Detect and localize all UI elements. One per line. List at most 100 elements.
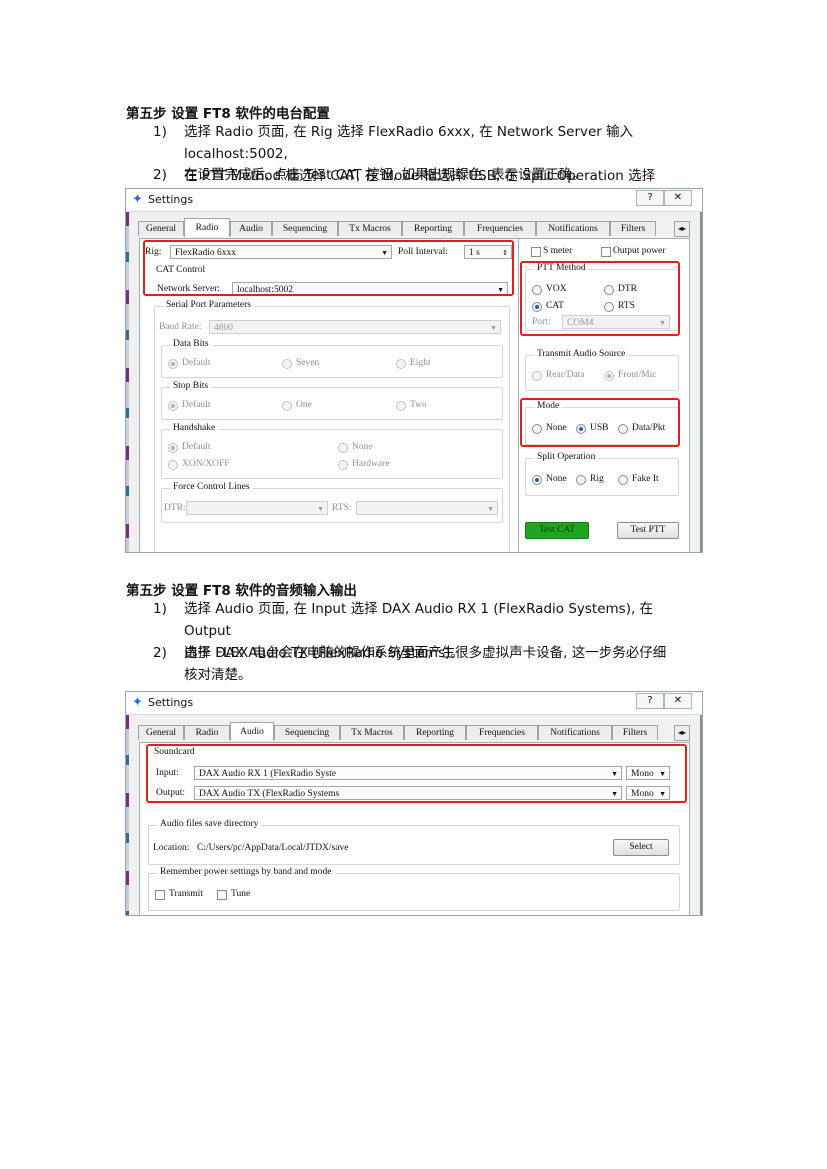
handshake-none-radio[interactable] xyxy=(338,443,348,453)
stop-bits-group: Stop Bits Default One Two xyxy=(161,381,503,420)
handshake-hardware-radio[interactable] xyxy=(338,460,348,470)
dtr-label: DTR: xyxy=(164,503,186,513)
data-bits-eight-radio[interactable] xyxy=(396,359,406,369)
tab-filters[interactable]: Filters xyxy=(612,725,658,740)
window-title: Settings xyxy=(148,696,194,709)
window-titlebar: ✦ Settings ? ✕ xyxy=(126,692,702,715)
force-control-title: Force Control Lines xyxy=(170,482,253,492)
split-fake-it-radio[interactable] xyxy=(618,475,628,485)
tab-radio[interactable]: Radio xyxy=(184,218,230,237)
radio-label: Hardware xyxy=(352,459,390,469)
transmit-checkbox[interactable] xyxy=(155,890,165,900)
tab-filters[interactable]: Filters xyxy=(610,221,656,236)
tab-radio[interactable]: Radio xyxy=(184,725,230,740)
baud-rate-value: 4800 xyxy=(214,323,233,333)
handshake-title: Handshake xyxy=(170,423,219,433)
split-rig-radio[interactable] xyxy=(576,475,586,485)
data-bits-title: Data Bits xyxy=(170,339,212,349)
radio-label: Default xyxy=(182,358,211,368)
stop-bits-two-radio[interactable] xyxy=(396,401,406,411)
baud-rate-label: Baud Rate: xyxy=(159,322,202,332)
force-control-group: Force Control Lines DTR: ▼ RTS: ▼ xyxy=(161,482,503,523)
close-button[interactable]: ✕ xyxy=(664,190,692,206)
help-button[interactable]: ? xyxy=(636,693,664,709)
tab-frequencies[interactable]: Frequencies xyxy=(466,725,538,740)
tab-bar: General Radio Audio Sequencing Tx Macros… xyxy=(138,218,698,237)
radio-label: Default xyxy=(182,400,211,410)
radio-label: None xyxy=(546,474,567,484)
radio-label: Eight xyxy=(410,358,431,368)
radio-label: Seven xyxy=(296,358,320,368)
step-line: 选择 Audio 页面, 在 Input 选择 DAX Audio RX 1 (… xyxy=(184,601,654,639)
step-text: 在设置完成后, 点击 Test CAT 按钮, 如果出现绿色, 表示设置正确。 xyxy=(184,164,704,186)
tune-label: Tune xyxy=(231,889,251,899)
step-line: 核对清楚。 xyxy=(184,667,252,683)
test-ptt-button[interactable]: Test PTT xyxy=(617,522,679,539)
handshake-default-radio[interactable] xyxy=(168,443,178,453)
tab-bar: General Radio Audio Sequencing Tx Macros… xyxy=(138,722,698,741)
data-bits-default-radio[interactable] xyxy=(168,359,178,369)
location-label: Location: xyxy=(153,843,190,853)
stop-bits-default-radio[interactable] xyxy=(168,401,178,411)
stop-bits-one-radio[interactable] xyxy=(282,401,292,411)
window-title: Settings xyxy=(148,193,194,206)
tab-audio[interactable]: Audio xyxy=(230,722,274,741)
tab-tx-macros[interactable]: Tx Macros xyxy=(340,725,404,740)
rear-data-radio[interactable] xyxy=(532,371,542,381)
rts-select[interactable]: ▼ xyxy=(356,501,498,515)
step-line: 在设置完成后, 点击 Test CAT 按钮, 如果出现绿色, 表示设置正确。 xyxy=(184,167,586,183)
tab-notifications[interactable]: Notifications xyxy=(538,725,612,740)
radio-label: Rig xyxy=(590,474,604,484)
help-button[interactable]: ? xyxy=(636,190,664,206)
radio-label: One xyxy=(296,400,312,410)
tab-general[interactable]: General xyxy=(138,221,184,236)
location-value: C:/Users/pc/AppData/Local/JTDX/save xyxy=(197,843,349,853)
handshake-group: Handshake Default None XON/XOFF Hardware xyxy=(161,423,503,479)
step-line: 选择 Radio 页面, 在 Rig 选择 FlexRadio 6xxx, 在 … xyxy=(184,124,634,162)
front-mic-radio[interactable] xyxy=(604,371,614,381)
radio-label: XON/XOFF xyxy=(182,459,230,469)
tab-notifications[interactable]: Notifications xyxy=(536,221,610,236)
serial-port-title: Serial Port Parameters xyxy=(163,300,254,310)
split-operation-title: Split Operation xyxy=(534,452,599,462)
radio-label: Two xyxy=(410,400,427,410)
tab-audio[interactable]: Audio xyxy=(230,221,272,236)
step-number: 1) xyxy=(153,124,167,140)
highlight-ptt-box xyxy=(520,261,680,336)
radio-label: None xyxy=(352,442,373,452)
section1-heading: 第五步 设置 FT8 软件的电台配置 xyxy=(126,106,330,122)
settings-window-audio: ✦ Settings ? ✕ General Radio Audio Seque… xyxy=(125,691,703,916)
step-number: 1) xyxy=(153,601,167,617)
baud-rate-select[interactable]: 4800 ▼ xyxy=(209,320,501,334)
test-cat-button[interactable]: Test CAT xyxy=(525,522,589,539)
window-edge xyxy=(126,715,129,915)
tab-general[interactable]: General xyxy=(138,725,184,740)
app-gear-icon: ✦ xyxy=(132,192,143,207)
s-meter-checkbox[interactable] xyxy=(531,247,541,257)
tune-checkbox[interactable] xyxy=(217,890,227,900)
tab-scroll-arrows[interactable]: ◂▸ xyxy=(674,221,690,237)
tab-reporting[interactable]: Reporting xyxy=(402,221,464,236)
app-gear-icon: ✦ xyxy=(132,695,143,710)
chevron-down-icon: ▼ xyxy=(490,324,497,332)
tab-reporting[interactable]: Reporting xyxy=(404,725,466,740)
tab-sequencing[interactable]: Sequencing xyxy=(274,725,340,740)
chevron-down-icon: ▼ xyxy=(487,505,494,513)
handshake-xon-radio[interactable] xyxy=(168,460,178,470)
close-button[interactable]: ✕ xyxy=(664,693,692,709)
save-directory-title: Audio files save directory xyxy=(157,819,262,829)
step-number: 2) xyxy=(153,645,167,661)
select-directory-button[interactable]: Select xyxy=(613,839,669,856)
serial-port-group: Serial Port Parameters Baud Rate: 4800 ▼… xyxy=(154,300,510,552)
data-bits-seven-radio[interactable] xyxy=(282,359,292,369)
split-none-radio[interactable] xyxy=(532,475,542,485)
tab-sequencing[interactable]: Sequencing xyxy=(272,221,338,236)
tab-scroll-arrows[interactable]: ◂▸ xyxy=(674,725,690,741)
tab-tx-macros[interactable]: Tx Macros xyxy=(338,221,402,236)
highlight-mode-box xyxy=(520,398,680,447)
radio-label: Default xyxy=(182,442,211,452)
dtr-select[interactable]: ▼ xyxy=(186,501,328,515)
output-power-checkbox[interactable] xyxy=(601,247,611,257)
transmit-label: Transmit xyxy=(169,889,203,899)
tab-frequencies[interactable]: Frequencies xyxy=(464,221,536,236)
